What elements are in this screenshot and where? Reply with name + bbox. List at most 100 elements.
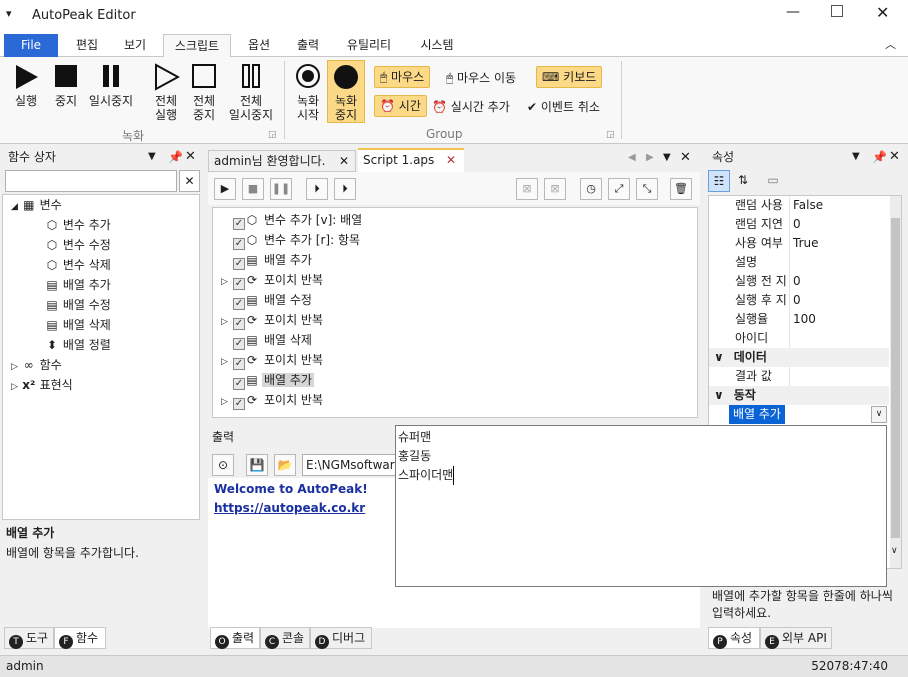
group-expander-icon[interactable]: ◲ (268, 130, 277, 140)
tab-properties[interactable]: P 속성 (708, 627, 760, 649)
pin-icon[interactable]: 📌 (872, 146, 887, 168)
run-button[interactable]: 실행 (8, 63, 44, 108)
tab-script[interactable]: 스크립트 (163, 34, 231, 58)
script-line[interactable]: ✓ ⬡ 변수 추가 [r]: 항목 (221, 230, 362, 250)
script-line[interactable]: ✓ ⬡ 변수 추가 [v]: 배열 (221, 210, 364, 230)
expand-icon[interactable]: ▷ (221, 392, 233, 412)
enabled-checkbox[interactable]: ✓ (233, 358, 245, 370)
close-icon[interactable]: ✕ (889, 146, 900, 168)
tab-output[interactable]: 출력 (287, 34, 329, 57)
property-value[interactable]: False (793, 196, 823, 215)
collapse-ribbon-icon[interactable]: ︿ (885, 36, 896, 52)
history-icon[interactable]: ◷ (580, 178, 602, 200)
dropdown-icon[interactable]: ▼ (148, 146, 156, 168)
group-expander-icon-2[interactable]: ◲ (606, 130, 615, 140)
enabled-checkbox[interactable]: ✓ (233, 278, 245, 290)
step-icon[interactable]: ⏵ (306, 178, 328, 200)
event-cancel-toggle[interactable]: ✔ 이벤트 취소 (527, 98, 600, 115)
scrollbar[interactable]: ∨ (890, 196, 901, 568)
stop-icon[interactable]: ■ (242, 178, 264, 200)
keyboard-toggle[interactable]: ⌨ 키보드 (536, 66, 603, 88)
property-value[interactable]: 0 (793, 215, 801, 234)
time-toggle[interactable]: ⏰ 시간 (374, 95, 427, 117)
enabled-checkbox[interactable]: ✓ (233, 258, 245, 270)
enabled-checkbox[interactable]: ✓ (233, 238, 245, 250)
close-icon[interactable]: ✕ (185, 146, 196, 168)
tree-item[interactable]: ⬡ 변수 삭제 (45, 255, 111, 275)
clear-output-icon[interactable]: ⊙ (212, 454, 234, 476)
scroll-left-icon[interactable]: ◀ (628, 152, 636, 163)
stop-button[interactable]: 중지 (48, 63, 84, 108)
tab-script[interactable]: Script 1.aps ✕ (358, 148, 464, 172)
script-line[interactable]: ✓ ▤ 배열 삭제 (221, 330, 314, 350)
category-action[interactable]: ∨ 동작 (709, 386, 889, 405)
categorized-icon[interactable]: ☷ (708, 170, 730, 192)
property-row[interactable]: 결과 값 (709, 367, 889, 386)
tree-node-variables[interactable]: ◢ ▦ 변수 (11, 195, 62, 215)
tab-edit[interactable]: 편집 (66, 34, 108, 57)
record-stop-button[interactable]: 녹화 중지 (327, 60, 365, 123)
close-icon[interactable]: ✕ (680, 150, 691, 165)
property-row-selected[interactable]: 배열 추가 ∨ (709, 405, 889, 424)
array-items-editor[interactable]: 슈퍼맨 홍길동 스파이더맨 (395, 425, 887, 587)
mouse-toggle[interactable]: 🖱 마우스 (374, 66, 431, 88)
tree-item[interactable]: ▤ 배열 수정 (45, 295, 110, 315)
website-link[interactable]: https://autopeak.co.kr (214, 501, 365, 515)
property-pages-icon[interactable]: ▭ (762, 170, 784, 192)
property-row[interactable]: 실행율 100 (709, 310, 889, 329)
tree-item[interactable]: ▤ 배열 삭제 (45, 315, 110, 335)
tree-node-functions[interactable]: ▷ ∞ 함수 (11, 355, 62, 375)
search-input[interactable] (5, 170, 177, 192)
dropdown-icon[interactable]: ▼ (852, 146, 860, 168)
scroll-right-icon[interactable]: ▶ (646, 152, 654, 163)
tab-console[interactable]: C 콘솔 (260, 627, 310, 649)
script-line[interactable]: ✓ ▤ 배열 추가 (221, 370, 314, 390)
property-row[interactable]: 랜덤 지연 0 (709, 215, 889, 234)
clear-search-button[interactable]: ✕ (179, 170, 200, 192)
enabled-checkbox[interactable]: ✓ (233, 378, 245, 390)
tree-item[interactable]: ▤ 배열 추가 (45, 275, 110, 295)
collapse-all-icon[interactable]: ⤡ (636, 178, 658, 200)
stop-all-button[interactable]: 전체 중지 (186, 63, 222, 122)
play-icon[interactable]: ▶ (214, 178, 236, 200)
tab-system[interactable]: 시스템 (410, 34, 464, 57)
run-selection-icon[interactable]: ⏵ (334, 178, 356, 200)
tree-item[interactable]: ⬍ 배열 정렬 (45, 335, 111, 355)
minimize-icon[interactable]: — (786, 4, 800, 20)
script-line[interactable]: ▷ ✓ ⟳ 포이치 반복 (221, 350, 325, 370)
property-value[interactable]: 100 (793, 310, 816, 329)
expand-icon[interactable]: ▷ (221, 352, 233, 372)
save-icon[interactable]: 💾 (246, 454, 268, 476)
property-row[interactable]: 사용 여부 True (709, 234, 889, 253)
category-data[interactable]: ∨ 데이터 (709, 348, 889, 367)
expand-all-icon[interactable]: ⤢ (608, 178, 630, 200)
enabled-checkbox[interactable]: ✓ (233, 338, 245, 350)
scroll-down-icon[interactable]: ∨ (891, 546, 898, 556)
tab-welcome[interactable]: admin님 환영합니다. ✕ (208, 150, 356, 172)
pause-button[interactable]: 일시중지 (86, 63, 136, 108)
sort-alpha-icon[interactable]: ⇅ (732, 170, 754, 192)
mouse-move-toggle[interactable]: 🖱 마우스 이동 (446, 69, 516, 86)
tab-output[interactable]: O 출력 (210, 627, 260, 649)
delete-icon[interactable]: 🗑 (670, 178, 692, 200)
maximize-icon[interactable] (831, 5, 843, 17)
record-start-button[interactable]: 녹화 시작 (290, 63, 326, 122)
property-value[interactable]: 0 (793, 272, 801, 291)
script-line[interactable]: ▷ ✓ ⟳ 포이치 반복 (221, 390, 325, 410)
property-row[interactable]: 실행 전 지 0 (709, 272, 889, 291)
enabled-checkbox[interactable]: ✓ (233, 218, 245, 230)
scrollbar-thumb[interactable] (891, 218, 900, 538)
close-icon[interactable]: ✕ (876, 3, 889, 22)
folder-icon[interactable]: 📂 (274, 454, 296, 476)
run-all-button[interactable]: 전체 실행 (148, 63, 184, 122)
enabled-checkbox[interactable]: ✓ (233, 398, 245, 410)
tab-functions[interactable]: F 함수 (54, 627, 106, 649)
tree-item[interactable]: ⬡ 변수 수정 (45, 235, 111, 255)
property-value[interactable]: 0 (793, 291, 801, 310)
enable-icon[interactable]: ⊠ (544, 178, 566, 200)
property-row[interactable]: 설명 (709, 253, 889, 272)
expand-icon[interactable]: ▷ (221, 312, 233, 332)
tab-options[interactable]: 옵션 (238, 34, 280, 57)
disable-icon[interactable]: ⊠ (516, 178, 538, 200)
tab-external-api[interactable]: E 외부 API (760, 627, 832, 649)
